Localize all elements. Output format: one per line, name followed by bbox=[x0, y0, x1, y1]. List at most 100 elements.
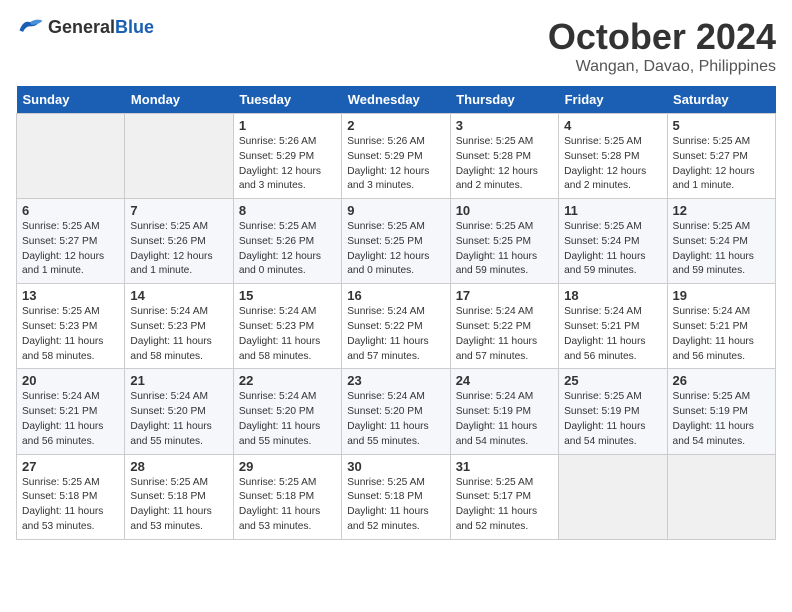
day-number: 2 bbox=[347, 118, 444, 133]
day-number: 6 bbox=[22, 203, 119, 218]
day-number: 28 bbox=[130, 459, 227, 474]
calendar-cell: 7 Sunrise: 5:25 AMSunset: 5:26 PMDayligh… bbox=[125, 199, 233, 284]
day-info: Sunrise: 5:24 AMSunset: 5:22 PMDaylight:… bbox=[456, 305, 553, 364]
calendar-cell bbox=[17, 114, 125, 199]
day-number: 17 bbox=[456, 288, 553, 303]
calendar-cell: 16 Sunrise: 5:24 AMSunset: 5:22 PMDaylig… bbox=[342, 284, 450, 369]
calendar-cell: 6 Sunrise: 5:25 AMSunset: 5:27 PMDayligh… bbox=[17, 199, 125, 284]
header-day-sunday: Sunday bbox=[17, 86, 125, 114]
day-number: 5 bbox=[673, 118, 770, 133]
day-info: Sunrise: 5:25 AMSunset: 5:27 PMDaylight:… bbox=[673, 135, 770, 194]
day-info: Sunrise: 5:25 AMSunset: 5:26 PMDaylight:… bbox=[130, 220, 227, 279]
week-row-5: 27 Sunrise: 5:25 AMSunset: 5:18 PMDaylig… bbox=[17, 454, 776, 539]
day-info: Sunrise: 5:24 AMSunset: 5:19 PMDaylight:… bbox=[456, 390, 553, 449]
calendar-cell: 26 Sunrise: 5:25 AMSunset: 5:19 PMDaylig… bbox=[667, 369, 775, 454]
day-number: 1 bbox=[239, 118, 336, 133]
calendar-cell: 24 Sunrise: 5:24 AMSunset: 5:19 PMDaylig… bbox=[450, 369, 558, 454]
day-info: Sunrise: 5:25 AMSunset: 5:24 PMDaylight:… bbox=[564, 220, 661, 279]
day-info: Sunrise: 5:26 AMSunset: 5:29 PMDaylight:… bbox=[347, 135, 444, 194]
week-row-3: 13 Sunrise: 5:25 AMSunset: 5:23 PMDaylig… bbox=[17, 284, 776, 369]
day-info: Sunrise: 5:24 AMSunset: 5:21 PMDaylight:… bbox=[673, 305, 770, 364]
week-row-2: 6 Sunrise: 5:25 AMSunset: 5:27 PMDayligh… bbox=[17, 199, 776, 284]
calendar-cell: 8 Sunrise: 5:25 AMSunset: 5:26 PMDayligh… bbox=[233, 199, 341, 284]
header-day-saturday: Saturday bbox=[667, 86, 775, 114]
day-info: Sunrise: 5:24 AMSunset: 5:20 PMDaylight:… bbox=[347, 390, 444, 449]
header-day-wednesday: Wednesday bbox=[342, 86, 450, 114]
header-day-monday: Monday bbox=[125, 86, 233, 114]
header-row: SundayMondayTuesdayWednesdayThursdayFrid… bbox=[17, 86, 776, 114]
day-info: Sunrise: 5:25 AMSunset: 5:27 PMDaylight:… bbox=[22, 220, 119, 279]
calendar-cell: 22 Sunrise: 5:24 AMSunset: 5:20 PMDaylig… bbox=[233, 369, 341, 454]
calendar-table: SundayMondayTuesdayWednesdayThursdayFrid… bbox=[16, 86, 776, 540]
day-info: Sunrise: 5:25 AMSunset: 5:18 PMDaylight:… bbox=[239, 476, 336, 535]
day-info: Sunrise: 5:24 AMSunset: 5:23 PMDaylight:… bbox=[239, 305, 336, 364]
calendar-cell: 23 Sunrise: 5:24 AMSunset: 5:20 PMDaylig… bbox=[342, 369, 450, 454]
calendar-cell: 1 Sunrise: 5:26 AMSunset: 5:29 PMDayligh… bbox=[233, 114, 341, 199]
day-number: 10 bbox=[456, 203, 553, 218]
day-info: Sunrise: 5:25 AMSunset: 5:19 PMDaylight:… bbox=[673, 390, 770, 449]
day-info: Sunrise: 5:24 AMSunset: 5:21 PMDaylight:… bbox=[564, 305, 661, 364]
day-number: 16 bbox=[347, 288, 444, 303]
calendar-cell: 29 Sunrise: 5:25 AMSunset: 5:18 PMDaylig… bbox=[233, 454, 341, 539]
day-info: Sunrise: 5:25 AMSunset: 5:18 PMDaylight:… bbox=[22, 476, 119, 535]
day-number: 29 bbox=[239, 459, 336, 474]
location-subtitle: Wangan, Davao, Philippines bbox=[548, 58, 776, 76]
logo-blue: Blue bbox=[115, 17, 154, 37]
calendar-cell: 15 Sunrise: 5:24 AMSunset: 5:23 PMDaylig… bbox=[233, 284, 341, 369]
day-number: 22 bbox=[239, 373, 336, 388]
calendar-cell: 5 Sunrise: 5:25 AMSunset: 5:27 PMDayligh… bbox=[667, 114, 775, 199]
day-number: 3 bbox=[456, 118, 553, 133]
day-number: 11 bbox=[564, 203, 661, 218]
calendar-cell: 25 Sunrise: 5:25 AMSunset: 5:19 PMDaylig… bbox=[559, 369, 667, 454]
calendar-cell: 17 Sunrise: 5:24 AMSunset: 5:22 PMDaylig… bbox=[450, 284, 558, 369]
day-number: 25 bbox=[564, 373, 661, 388]
day-number: 9 bbox=[347, 203, 444, 218]
calendar-cell: 19 Sunrise: 5:24 AMSunset: 5:21 PMDaylig… bbox=[667, 284, 775, 369]
calendar-cell: 21 Sunrise: 5:24 AMSunset: 5:20 PMDaylig… bbox=[125, 369, 233, 454]
day-number: 15 bbox=[239, 288, 336, 303]
day-info: Sunrise: 5:24 AMSunset: 5:20 PMDaylight:… bbox=[239, 390, 336, 449]
day-info: Sunrise: 5:26 AMSunset: 5:29 PMDaylight:… bbox=[239, 135, 336, 194]
day-info: Sunrise: 5:25 AMSunset: 5:23 PMDaylight:… bbox=[22, 305, 119, 364]
calendar-cell bbox=[559, 454, 667, 539]
calendar-cell: 13 Sunrise: 5:25 AMSunset: 5:23 PMDaylig… bbox=[17, 284, 125, 369]
calendar-cell: 14 Sunrise: 5:24 AMSunset: 5:23 PMDaylig… bbox=[125, 284, 233, 369]
header: GeneralBlue October 2024 Wangan, Davao, … bbox=[16, 16, 776, 76]
calendar-cell bbox=[667, 454, 775, 539]
calendar-cell: 31 Sunrise: 5:25 AMSunset: 5:17 PMDaylig… bbox=[450, 454, 558, 539]
day-number: 20 bbox=[22, 373, 119, 388]
calendar-cell: 2 Sunrise: 5:26 AMSunset: 5:29 PMDayligh… bbox=[342, 114, 450, 199]
logo-general: General bbox=[48, 17, 115, 37]
calendar-cell: 30 Sunrise: 5:25 AMSunset: 5:18 PMDaylig… bbox=[342, 454, 450, 539]
calendar-header: SundayMondayTuesdayWednesdayThursdayFrid… bbox=[17, 86, 776, 114]
day-number: 14 bbox=[130, 288, 227, 303]
day-info: Sunrise: 5:25 AMSunset: 5:26 PMDaylight:… bbox=[239, 220, 336, 279]
week-row-1: 1 Sunrise: 5:26 AMSunset: 5:29 PMDayligh… bbox=[17, 114, 776, 199]
day-number: 13 bbox=[22, 288, 119, 303]
day-info: Sunrise: 5:24 AMSunset: 5:23 PMDaylight:… bbox=[130, 305, 227, 364]
day-number: 26 bbox=[673, 373, 770, 388]
day-info: Sunrise: 5:25 AMSunset: 5:25 PMDaylight:… bbox=[456, 220, 553, 279]
logo-text: GeneralBlue bbox=[48, 17, 154, 38]
day-number: 23 bbox=[347, 373, 444, 388]
calendar-cell: 10 Sunrise: 5:25 AMSunset: 5:25 PMDaylig… bbox=[450, 199, 558, 284]
day-number: 21 bbox=[130, 373, 227, 388]
day-info: Sunrise: 5:24 AMSunset: 5:22 PMDaylight:… bbox=[347, 305, 444, 364]
header-day-tuesday: Tuesday bbox=[233, 86, 341, 114]
month-title: October 2024 bbox=[548, 16, 776, 58]
calendar-cell bbox=[125, 114, 233, 199]
title-area: October 2024 Wangan, Davao, Philippines bbox=[548, 16, 776, 76]
calendar-cell: 9 Sunrise: 5:25 AMSunset: 5:25 PMDayligh… bbox=[342, 199, 450, 284]
day-number: 7 bbox=[130, 203, 227, 218]
day-number: 4 bbox=[564, 118, 661, 133]
calendar-cell: 12 Sunrise: 5:25 AMSunset: 5:24 PMDaylig… bbox=[667, 199, 775, 284]
week-row-4: 20 Sunrise: 5:24 AMSunset: 5:21 PMDaylig… bbox=[17, 369, 776, 454]
day-number: 18 bbox=[564, 288, 661, 303]
header-day-thursday: Thursday bbox=[450, 86, 558, 114]
day-info: Sunrise: 5:24 AMSunset: 5:20 PMDaylight:… bbox=[130, 390, 227, 449]
day-number: 12 bbox=[673, 203, 770, 218]
day-info: Sunrise: 5:25 AMSunset: 5:25 PMDaylight:… bbox=[347, 220, 444, 279]
day-number: 30 bbox=[347, 459, 444, 474]
day-info: Sunrise: 5:25 AMSunset: 5:19 PMDaylight:… bbox=[564, 390, 661, 449]
day-number: 24 bbox=[456, 373, 553, 388]
